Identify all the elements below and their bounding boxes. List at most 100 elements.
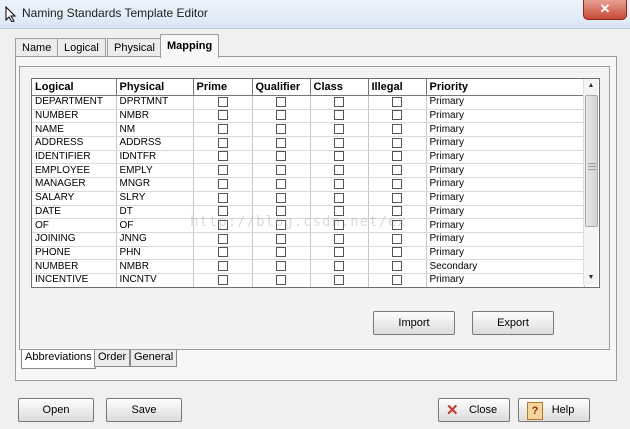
class-checkbox[interactable] (334, 178, 344, 189)
illegal-checkbox[interactable] (392, 192, 402, 203)
class-checkbox[interactable] (334, 124, 344, 135)
cell-physical[interactable]: OF (116, 218, 194, 233)
prime-checkbox[interactable] (217, 219, 228, 230)
cell-physical[interactable]: EMPLY (116, 163, 194, 179)
table-row[interactable]: JOINING JNNG Primary (32, 232, 585, 247)
cell-priority[interactable]: Primary (426, 177, 585, 192)
cell-priority[interactable]: Primary (426, 273, 585, 287)
open-button[interactable]: Open (18, 398, 94, 422)
export-button[interactable]: Export (472, 311, 554, 335)
illegal-checkbox[interactable] (392, 96, 402, 107)
illegal-checkbox[interactable] (392, 206, 402, 217)
illegal-checkbox[interactable] (392, 233, 402, 244)
qualifier-checkbox[interactable] (276, 274, 286, 285)
scroll-down-arrow-icon[interactable]: ▼ (584, 271, 598, 285)
qualifier-checkbox[interactable] (276, 124, 286, 135)
cell-physical[interactable]: NM (116, 122, 194, 138)
qualifier-checkbox[interactable] (276, 192, 286, 203)
cell-priority[interactable]: Secondary (426, 259, 585, 274)
qualifier-checkbox[interactable] (276, 206, 286, 217)
table-row[interactable]: INCENTIVE INCNTV Primary (32, 273, 585, 287)
illegal-checkbox[interactable] (392, 165, 402, 176)
illegal-checkbox[interactable] (392, 274, 402, 285)
close-button[interactable]: ✕ Close (438, 398, 510, 422)
column-header-illegal[interactable]: Illegal (368, 79, 427, 96)
table-row[interactable]: NAME NM Primary (32, 122, 585, 138)
cell-logical[interactable]: MANAGER (32, 177, 117, 192)
cell-logical[interactable]: NUMBER (32, 109, 117, 124)
tab-physical[interactable]: Physical (107, 38, 162, 57)
qualifier-checkbox[interactable] (276, 219, 286, 230)
prime-checkbox[interactable] (217, 178, 228, 189)
class-checkbox[interactable] (334, 233, 344, 244)
prime-checkbox[interactable] (217, 260, 228, 271)
cell-physical[interactable]: DT (116, 205, 194, 220)
cell-logical[interactable]: SALARY (32, 191, 117, 206)
cell-logical[interactable]: INCENTIVE (32, 273, 117, 287)
cell-logical[interactable]: IDENTIFIER (32, 150, 117, 165)
prime-checkbox[interactable] (217, 192, 228, 203)
illegal-checkbox[interactable] (392, 124, 402, 135)
cell-logical[interactable]: ADDRESS (32, 136, 117, 151)
qualifier-checkbox[interactable] (276, 233, 286, 244)
cell-physical[interactable]: NMBR (116, 259, 194, 274)
column-header-priority[interactable]: Priority (426, 79, 585, 96)
class-checkbox[interactable] (334, 260, 344, 271)
cell-priority[interactable]: Primary (426, 246, 585, 261)
cell-physical[interactable]: NMBR (116, 109, 194, 124)
prime-checkbox[interactable] (217, 274, 228, 285)
mapping-grid[interactable]: Logical Physical Prime Qualifier Class I… (31, 78, 600, 288)
cell-physical[interactable]: JNNG (116, 232, 194, 247)
scroll-up-arrow-icon[interactable]: ▲ (584, 79, 598, 93)
qualifier-checkbox[interactable] (276, 165, 286, 176)
illegal-checkbox[interactable] (392, 219, 402, 230)
illegal-checkbox[interactable] (392, 178, 402, 189)
illegal-checkbox[interactable] (392, 247, 402, 258)
cell-physical[interactable]: MNGR (116, 177, 194, 192)
table-row[interactable]: DEPARTMENT DPRTMNT Primary (32, 95, 585, 110)
cell-logical[interactable]: EMPLOYEE (32, 163, 117, 179)
column-header-logical[interactable]: Logical (32, 79, 117, 96)
help-button[interactable]: ? Help (518, 398, 590, 422)
class-checkbox[interactable] (334, 192, 344, 203)
illegal-checkbox[interactable] (392, 151, 402, 162)
class-checkbox[interactable] (334, 247, 344, 258)
table-row[interactable]: DATE DT Primary (32, 205, 585, 220)
window-close-button[interactable]: ✕ (583, 0, 627, 20)
column-header-class[interactable]: Class (310, 79, 369, 96)
class-checkbox[interactable] (334, 151, 344, 162)
table-row[interactable]: MANAGER MNGR Primary (32, 177, 585, 192)
cell-priority[interactable]: Primary (426, 95, 585, 110)
table-row[interactable]: OF OF Primary (32, 218, 585, 233)
cell-priority[interactable]: Primary (426, 218, 585, 233)
prime-checkbox[interactable] (217, 165, 228, 176)
illegal-checkbox[interactable] (392, 260, 402, 271)
cell-priority[interactable]: Primary (426, 136, 585, 151)
cell-priority[interactable]: Primary (426, 109, 585, 124)
cell-logical[interactable]: DATE (32, 205, 117, 220)
table-row[interactable]: EMPLOYEE EMPLY Primary (32, 163, 585, 179)
class-checkbox[interactable] (334, 274, 344, 285)
import-button[interactable]: Import (373, 311, 455, 335)
qualifier-checkbox[interactable] (276, 247, 286, 258)
cell-priority[interactable]: Primary (426, 163, 585, 179)
table-row[interactable]: NUMBER NMBR Primary (32, 109, 585, 124)
cell-priority[interactable]: Primary (426, 122, 585, 138)
illegal-checkbox[interactable] (392, 110, 402, 121)
cell-logical[interactable]: JOINING (32, 232, 117, 247)
cell-priority[interactable]: Primary (426, 205, 585, 220)
scroll-thumb[interactable]: — — — (585, 95, 598, 227)
qualifier-checkbox[interactable] (276, 260, 286, 271)
cell-logical[interactable]: NAME (32, 122, 117, 138)
prime-checkbox[interactable] (217, 247, 228, 258)
class-checkbox[interactable] (334, 206, 344, 217)
cell-physical[interactable]: INCNTV (116, 273, 194, 287)
cell-logical[interactable]: DEPARTMENT (32, 95, 117, 110)
qualifier-checkbox[interactable] (276, 137, 286, 148)
prime-checkbox[interactable] (217, 124, 228, 135)
grid-vertical-scrollbar[interactable]: ▲ — — — ▼ (583, 79, 598, 285)
save-button[interactable]: Save (106, 398, 182, 422)
cell-logical[interactable]: NUMBER (32, 259, 117, 274)
cell-logical[interactable]: PHONE (32, 246, 117, 261)
table-row[interactable]: SALARY SLRY Primary (32, 191, 585, 206)
